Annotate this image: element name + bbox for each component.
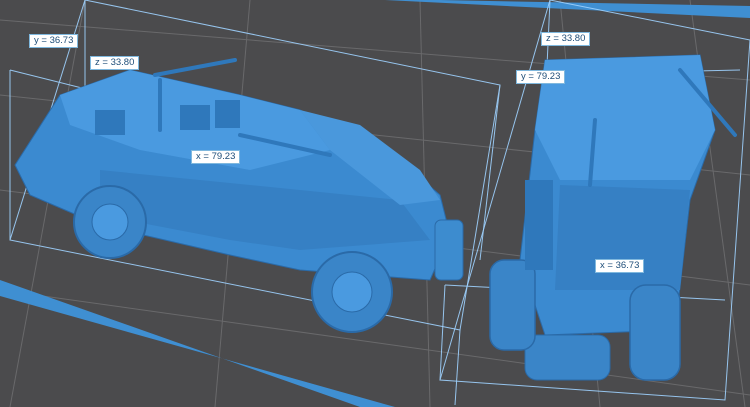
right-y-dimension-label: y = 79.23 — [516, 70, 566, 84]
left-z-dimension-label: z = 33.80 — [90, 56, 140, 70]
right-side-panel — [525, 180, 553, 270]
right-rear-plate — [555, 185, 690, 290]
right-z-dimension-label: z = 33.80 — [541, 32, 591, 46]
right-x-dimension-label: x = 36.73 — [595, 259, 645, 273]
right-rear-bumper — [524, 334, 611, 381]
left-bumper — [434, 219, 464, 281]
left-front-wheel — [311, 251, 393, 333]
3d-viewport[interactable]: y = 36.73 z = 33.80 x = 79.23 z = 33.80 … — [0, 0, 750, 407]
right-vehicle-model[interactable] — [489, 54, 737, 381]
left-rear-wheel — [73, 185, 147, 259]
left-vehicle-model[interactable] — [14, 58, 464, 333]
left-x-dimension-label: x = 79.23 — [191, 150, 241, 164]
left-y-dimension-label: y = 36.73 — [29, 34, 79, 48]
